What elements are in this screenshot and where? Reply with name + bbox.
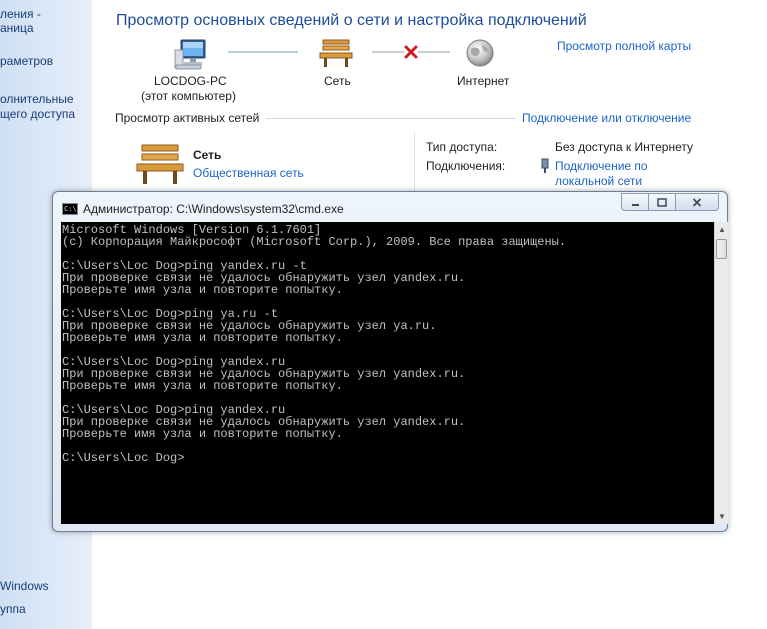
globe-icon[interactable] <box>465 38 495 68</box>
sidebar-item-advanced-sharing-2[interactable]: щего доступа <box>0 107 75 122</box>
map-link-line-2a <box>372 51 404 53</box>
network-type-link[interactable]: Общественная сеть <box>193 166 304 180</box>
sidebar-item-adapter-settings[interactable]: раметров <box>0 54 53 69</box>
window-controls <box>621 193 719 213</box>
cmd-console[interactable]: Microsoft Windows [Version 6.1.7601] (c)… <box>61 222 714 524</box>
minimize-icon <box>631 203 639 206</box>
sidebar-item-homegroup[interactable]: уппа <box>0 602 26 617</box>
cmd-titlebar[interactable]: C:\ Администратор: C:\Windows\system32\c… <box>53 192 727 222</box>
map-link-line-2b <box>418 51 450 53</box>
connections-label: Подключения: <box>426 159 506 173</box>
cmd-title: Администратор: C:\Windows\system32\cmd.e… <box>83 202 344 216</box>
maximize-icon <box>657 197 667 207</box>
minimize-button[interactable] <box>621 193 648 211</box>
connect-disconnect-link[interactable]: Подключение или отключение <box>522 111 691 125</box>
scroll-up-icon[interactable]: ▲ <box>715 222 729 237</box>
maximize-button[interactable] <box>648 193 675 211</box>
map-link-line-1 <box>228 51 298 53</box>
page-title: Просмотр основных сведений о сети и наст… <box>116 12 587 29</box>
internet-label: Интернет <box>457 74 510 88</box>
lan-connection-link[interactable]: Подключение по <box>555 159 648 173</box>
active-networks-header: Просмотр активных сетей <box>115 111 260 125</box>
computer-icon[interactable] <box>174 38 210 70</box>
lan-connection-link-2[interactable]: локальной сети <box>555 174 642 188</box>
scroll-down-icon[interactable]: ▼ <box>715 509 729 524</box>
bench-icon[interactable] <box>318 38 354 68</box>
sidebar-item-home-2[interactable]: аница <box>0 21 34 36</box>
close-button[interactable] <box>675 193 719 211</box>
computer-sub: (этот компьютер) <box>141 89 236 103</box>
sidebar-item-windows-firewall[interactable]: Windows <box>0 579 49 594</box>
section-divider <box>266 118 516 119</box>
cmd-output[interactable]: Microsoft Windows [Version 6.1.7601] (c)… <box>62 224 566 464</box>
cmd-window[interactable]: C:\ Администратор: C:\Windows\system32\c… <box>52 191 729 532</box>
close-icon <box>692 197 702 207</box>
vertical-divider <box>414 132 415 192</box>
cmd-scrollbar[interactable]: ▲ ▼ <box>714 222 729 524</box>
sidebar-item-advanced-sharing[interactable]: олнительные <box>0 92 74 107</box>
computer-name: LOCDOG-PC <box>154 74 227 88</box>
active-network-name: Сеть <box>193 148 222 162</box>
network-bench-icon <box>135 143 185 185</box>
network-map-label: Сеть <box>324 74 351 88</box>
access-type-label: Тип доступа: <box>426 140 498 154</box>
scroll-thumb[interactable] <box>716 239 727 259</box>
full-map-link[interactable]: Просмотр полной карты <box>557 39 691 53</box>
lan-icon <box>541 158 549 174</box>
red-x-icon <box>404 45 418 59</box>
cmd-icon[interactable]: C:\ <box>62 203 78 215</box>
access-type-value: Без доступа к Интернету <box>555 140 694 154</box>
sidebar-item-home[interactable]: ления - <box>0 7 41 22</box>
